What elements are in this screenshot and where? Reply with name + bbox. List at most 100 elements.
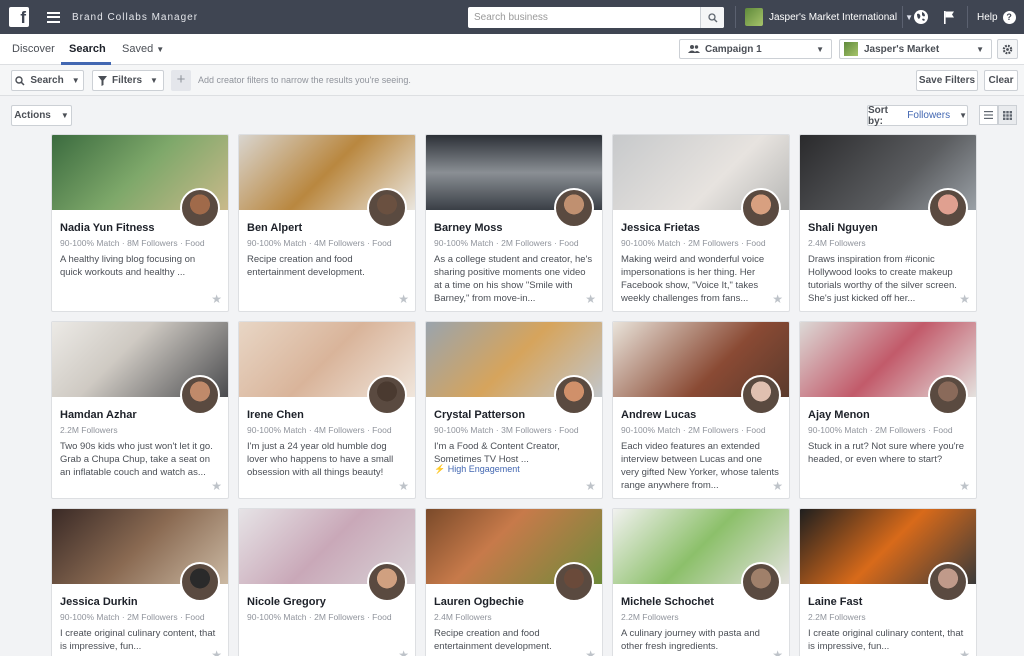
creator-name[interactable]: Jessica Durkin [60, 596, 138, 608]
globe-icon[interactable] [913, 9, 929, 25]
creator-card[interactable]: Michele Schochet 2.2M Followers A culinary… [612, 508, 790, 656]
help-button[interactable]: Help ? [977, 11, 1016, 24]
avatar[interactable] [741, 188, 781, 228]
creator-meta: 90-100% Match · 4M Followers · Food [247, 238, 392, 248]
star-icon[interactable]: ★ [211, 479, 222, 493]
avatar[interactable] [180, 562, 220, 602]
creator-meta: 90-100% Match · 2M Followers · Food [621, 425, 766, 435]
creator-meta: 90-100% Match · 2M Followers · Food [247, 612, 392, 622]
star-icon[interactable]: ★ [772, 648, 783, 656]
creator-name[interactable]: Barney Moss [434, 222, 502, 234]
avatar[interactable] [928, 375, 968, 415]
creator-meta: 90-100% Match · 3M Followers · Food [434, 425, 579, 435]
star-icon[interactable]: ★ [398, 479, 409, 493]
creator-card[interactable]: Laine Fast 2.2M Followers I create origina… [799, 508, 977, 656]
avatar[interactable] [180, 188, 220, 228]
list-icon [984, 111, 993, 119]
creator-card[interactable]: Jessica Frietas 90-100% Match · 2M Follow… [612, 134, 790, 312]
actions-button[interactable]: Actions ▼ [11, 105, 72, 126]
star-icon[interactable]: ★ [585, 648, 596, 656]
filters-button[interactable]: Filters ▼ [92, 70, 164, 91]
creator-name[interactable]: Andrew Lucas [621, 409, 696, 421]
sort-select[interactable]: Sort by: Followers ▼ [867, 105, 968, 127]
campaign-select[interactable]: Campaign 1 ▼ [679, 39, 832, 59]
creator-name[interactable]: Irene Chen [247, 409, 304, 421]
creator-name[interactable]: Ajay Menon [808, 409, 870, 421]
creator-name[interactable]: Shali Nguyen [808, 222, 878, 234]
creator-card[interactable]: Irene Chen 90-100% Match · 4M Followers ·… [238, 321, 416, 499]
creator-card[interactable]: Ajay Menon 90-100% Match · 2M Followers ·… [799, 321, 977, 499]
list-view-button[interactable] [979, 105, 998, 125]
help-label: Help [977, 12, 998, 23]
creator-card[interactable]: Nadia Yun Fitness 90-100% Match · 8M Foll… [51, 134, 229, 312]
tab-discover[interactable]: Discover [12, 43, 55, 55]
creator-card[interactable]: Shali Nguyen 2.4M Followers Draws inspirat… [799, 134, 977, 312]
creator-card[interactable]: Jessica Durkin 90-100% Match · 2M Followe… [51, 508, 229, 656]
creator-description: Two 90s kids who just won't let it go. G… [60, 441, 213, 478]
creator-name[interactable]: Hamdan Azhar [60, 409, 137, 421]
star-icon[interactable]: ★ [959, 479, 970, 493]
creator-meta: 2.4M Followers [808, 238, 866, 248]
page-select[interactable]: Jasper's Market ▼ [839, 39, 992, 59]
star-icon[interactable]: ★ [585, 479, 596, 493]
avatar[interactable] [554, 188, 594, 228]
star-icon[interactable]: ★ [959, 292, 970, 306]
creator-name[interactable]: Ben Alpert [247, 222, 302, 234]
menu-icon[interactable] [47, 11, 60, 23]
avatar[interactable] [741, 375, 781, 415]
top-bar: f Brand Collabs Manager Jasper's Market … [0, 0, 1024, 34]
chevron-down-icon: ▼ [816, 44, 824, 54]
creator-description: I'm just a 24 year old humble dog lover … [247, 441, 394, 478]
save-filters-button[interactable]: Save Filters [916, 70, 978, 91]
star-icon[interactable]: ★ [772, 479, 783, 493]
creator-card[interactable]: Ben Alpert 90-100% Match · 4M Followers ·… [238, 134, 416, 312]
grid-view-button[interactable] [998, 105, 1017, 125]
facebook-logo[interactable]: f [9, 7, 29, 27]
creator-card[interactable]: Hamdan Azhar 2.2M Followers Two 90s kids w… [51, 321, 229, 499]
avatar[interactable] [367, 562, 407, 602]
creator-description: I'm a Food & Content Creator, Sometimes … [434, 441, 560, 465]
avatar[interactable] [741, 562, 781, 602]
search-business-input[interactable] [468, 7, 700, 28]
search-filter-button[interactable]: Search ▼ [11, 70, 84, 91]
tab-search[interactable]: Search [69, 43, 106, 55]
avatar[interactable] [180, 375, 220, 415]
clear-button[interactable]: Clear [984, 70, 1018, 91]
creator-card[interactable]: Andrew Lucas 90-100% Match · 2M Followers… [612, 321, 790, 499]
creator-name[interactable]: Jessica Frietas [621, 222, 700, 234]
creator-name[interactable]: Nicole Gregory [247, 596, 326, 608]
account-switcher[interactable]: Jasper's Market International ▼ [745, 8, 913, 26]
creator-card[interactable]: Barney Moss 90-100% Match · 2M Followers … [425, 134, 603, 312]
divider [735, 6, 736, 28]
creator-name[interactable]: Crystal Patterson [434, 409, 525, 421]
creator-name[interactable]: Laine Fast [808, 596, 862, 608]
star-icon[interactable]: ★ [585, 292, 596, 306]
chevron-down-icon: ▼ [71, 76, 80, 85]
creator-card[interactable]: Lauren Ogbechie 2.4M Followers Recipe crea… [425, 508, 603, 656]
star-icon[interactable]: ★ [211, 648, 222, 656]
creator-name[interactable]: Nadia Yun Fitness [60, 222, 155, 234]
creator-meta: 2.2M Followers [808, 612, 866, 622]
star-icon[interactable]: ★ [398, 292, 409, 306]
creator-card[interactable]: Crystal Patterson 90-100% Match · 3M Foll… [425, 321, 603, 499]
avatar[interactable] [554, 375, 594, 415]
creator-name[interactable]: Michele Schochet [621, 596, 714, 608]
avatar[interactable] [928, 188, 968, 228]
search-button[interactable] [700, 7, 724, 28]
avatar[interactable] [928, 562, 968, 602]
creator-card[interactable]: Nicole Gregory 90-100% Match · 2M Followe… [238, 508, 416, 656]
flag-icon[interactable] [941, 9, 957, 25]
add-filter-button[interactable]: + [171, 70, 191, 91]
star-icon[interactable]: ★ [398, 648, 409, 656]
creator-meta: 2.2M Followers [60, 425, 118, 435]
avatar[interactable] [367, 375, 407, 415]
settings-button[interactable] [997, 39, 1018, 59]
star-icon[interactable]: ★ [959, 648, 970, 656]
avatar[interactable] [367, 188, 407, 228]
avatar[interactable] [554, 562, 594, 602]
star-icon[interactable]: ★ [211, 292, 222, 306]
business-search [468, 7, 724, 28]
creator-name[interactable]: Lauren Ogbechie [434, 596, 524, 608]
tab-saved[interactable]: Saved ▼ [122, 43, 164, 55]
star-icon[interactable]: ★ [772, 292, 783, 306]
